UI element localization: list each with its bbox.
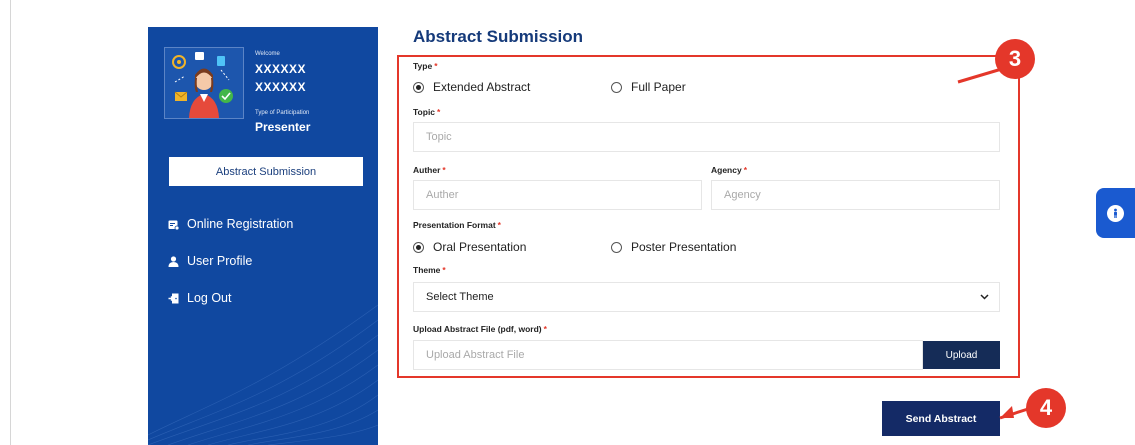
welcome-label: Welcome <box>255 51 280 57</box>
radio-label: Oral Presentation <box>433 240 527 254</box>
presenter-avatar-illustration <box>172 52 233 118</box>
sidebar-item-abstract-submission[interactable]: Abstract Submission <box>169 157 363 186</box>
accessibility-button[interactable] <box>1096 188 1135 238</box>
page-title: Abstract Submission <box>413 27 584 46</box>
callout-arrow-4 <box>999 407 1029 420</box>
callout-arrowhead-4 <box>1000 406 1014 418</box>
sidebar-wave-decoration <box>148 304 378 445</box>
upload-label: Upload Abstract File (pdf, word) * <box>413 324 547 334</box>
avatar <box>164 47 244 119</box>
send-abstract-button[interactable]: Send Abstract <box>882 401 1000 436</box>
gear-icon <box>172 55 186 69</box>
agency-input[interactable] <box>711 180 1000 210</box>
theme-label: Theme * <box>413 265 446 275</box>
agency-label: Agency * <box>711 165 748 175</box>
chevron-down-icon <box>980 291 989 303</box>
topic-label: Topic * <box>413 107 441 117</box>
radio-button[interactable] <box>413 241 424 253</box>
logout-icon <box>168 293 179 304</box>
theme-select[interactable]: Select Theme <box>413 282 1000 312</box>
user-icon <box>168 255 179 267</box>
step-4-callout: 4 <box>1026 388 1066 428</box>
format-option-poster[interactable]: Poster Presentation <box>611 240 736 254</box>
upload-file-input[interactable] <box>413 340 923 370</box>
radio-label: Full Paper <box>631 80 686 94</box>
user-name-line-1: XXXXXX <box>255 62 307 76</box>
type-option-extended-abstract[interactable]: Extended Abstract <box>413 80 530 94</box>
sidebar-item-log-out[interactable]: Log Out <box>168 291 231 305</box>
type-label: Type * <box>413 61 438 71</box>
participation-type-value: Presenter <box>255 120 311 134</box>
author-input[interactable] <box>413 180 702 210</box>
theme-selected-value: Select Theme <box>426 291 494 303</box>
radio-button[interactable] <box>611 81 622 93</box>
radio-label: Poster Presentation <box>631 240 737 254</box>
presentation-format-label: Presentation Format * <box>413 220 501 230</box>
format-option-oral[interactable]: Oral Presentation <box>413 240 526 254</box>
accessibility-icon <box>1107 204 1124 222</box>
participation-type-label: Type of Participation <box>255 110 310 116</box>
type-option-full-paper[interactable]: Full Paper <box>611 80 686 94</box>
sidebar-item-online-registration[interactable]: Online Registration <box>168 217 293 231</box>
author-label: Auther * <box>413 165 446 175</box>
upload-button[interactable]: Upload <box>923 341 1000 369</box>
registration-icon <box>168 219 179 230</box>
sidebar-item-label: User Profile <box>187 254 253 268</box>
radio-button[interactable] <box>413 81 424 93</box>
user-name-line-2: XXXXXX <box>255 80 307 94</box>
sidebar-item-label: Online Registration <box>187 217 294 231</box>
topic-input[interactable] <box>413 122 1000 152</box>
radio-button[interactable] <box>611 241 622 253</box>
sidebar: Welcome XXXXXX XXXXXX Type of Participat… <box>148 27 378 445</box>
divider <box>10 0 11 445</box>
step-3-callout: 3 <box>995 39 1035 79</box>
radio-label: Extended Abstract <box>433 80 531 94</box>
page: Welcome XXXXXX XXXXXX Type of Participat… <box>0 0 1135 445</box>
sidebar-item-user-profile[interactable]: User Profile <box>168 254 252 268</box>
sidebar-item-label: Log Out <box>187 291 232 305</box>
